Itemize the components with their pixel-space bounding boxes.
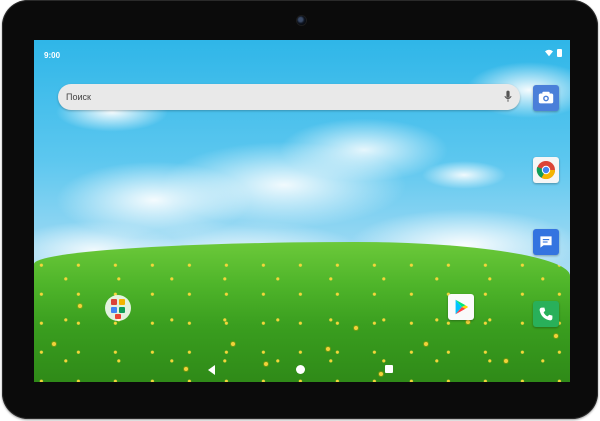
- flower: [466, 320, 470, 324]
- flower: [52, 342, 56, 346]
- back-icon[interactable]: [208, 365, 215, 375]
- navigation-bar: [34, 360, 570, 382]
- flower: [326, 347, 330, 351]
- google-apps-folder[interactable]: [104, 293, 132, 323]
- search-placeholder: Поиск: [66, 92, 91, 102]
- front-camera: [297, 16, 306, 25]
- search-bar[interactable]: Поиск: [58, 84, 520, 110]
- folder-icon: [105, 295, 131, 321]
- phone-icon: [539, 307, 553, 321]
- chrome-app[interactable]: [533, 157, 559, 183]
- status-time: 9:00: [44, 51, 61, 60]
- home-icon[interactable]: [296, 365, 305, 374]
- recents-icon[interactable]: [385, 365, 393, 373]
- chrome-icon: [536, 161, 555, 180]
- tablet-device: 9:00 Поиск: [2, 0, 598, 419]
- flower: [231, 342, 235, 346]
- play-store-icon: [455, 299, 469, 315]
- play-store-app[interactable]: [448, 294, 474, 320]
- messages-icon: [540, 236, 552, 248]
- mic-icon[interactable]: [504, 90, 512, 104]
- phone-app[interactable]: [533, 301, 559, 327]
- camera-app[interactable]: [533, 85, 559, 111]
- battery-icon: [557, 49, 562, 57]
- status-bar[interactable]: 9:00: [34, 40, 570, 60]
- status-icons: [545, 49, 562, 57]
- camera-icon: [538, 91, 554, 104]
- flower: [554, 334, 558, 338]
- flower: [424, 342, 428, 346]
- wifi-icon: [545, 49, 553, 57]
- messages-app[interactable]: [533, 229, 559, 255]
- home-screen[interactable]: 9:00 Поиск: [34, 40, 570, 382]
- flower: [354, 326, 358, 330]
- flower: [78, 304, 82, 308]
